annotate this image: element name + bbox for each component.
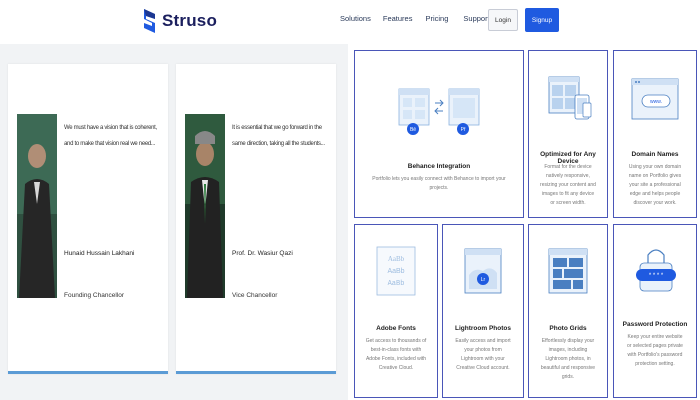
nav-support[interactable]: Support bbox=[463, 14, 489, 23]
svg-text:www.: www. bbox=[650, 99, 662, 105]
feature-title: Lightroom Photos bbox=[455, 325, 511, 332]
feature-desc: Effortlessly display your images, includ… bbox=[540, 338, 596, 380]
svg-text:AaBb: AaBb bbox=[388, 255, 405, 263]
svg-text:Lr: Lr bbox=[481, 277, 486, 283]
devices-icon bbox=[548, 76, 592, 120]
signup-button[interactable]: Signup bbox=[525, 8, 559, 32]
brand-logo[interactable]: Struso bbox=[142, 8, 217, 34]
testimonial-quote: We must have a vision that is coherent, … bbox=[64, 125, 157, 147]
feature-card-password[interactable]: * * * * Password Protection Keep your en… bbox=[613, 224, 697, 398]
feature-title: Password Protection bbox=[622, 321, 688, 328]
nav-pricing[interactable]: Pricing bbox=[425, 14, 448, 23]
testimonial-card: We must have a vision that is coherent, … bbox=[8, 64, 168, 374]
feature-desc: Get access to thousands of best-in-class… bbox=[365, 338, 427, 371]
struso-logo-icon bbox=[144, 9, 155, 33]
feature-desc: Format for the device natively responsiv… bbox=[540, 164, 596, 206]
feature-card-photo-grids[interactable]: Photo Grids Effortlessly display your im… bbox=[528, 224, 608, 398]
nav-features[interactable]: Features bbox=[383, 14, 413, 23]
svg-text:Bē: Bē bbox=[410, 127, 416, 133]
feature-desc: Using your own domain name on Portfolio … bbox=[628, 164, 682, 206]
feature-desc: Portfolio lets you easily connect with B… bbox=[372, 176, 506, 191]
photo-grid-icon bbox=[548, 248, 588, 294]
testimonials-section: We must have a vision that is coherent, … bbox=[0, 44, 348, 400]
card-accent-bar bbox=[8, 371, 168, 374]
fonts-icon: AaBb AaBb AaBb bbox=[376, 246, 416, 296]
domain-icon: www. bbox=[631, 78, 679, 120]
feature-desc: Easily access and import your photos fro… bbox=[455, 338, 511, 371]
svg-text:AaBb: AaBb bbox=[388, 280, 405, 288]
main-nav: Solutions Features Pricing Support bbox=[340, 14, 490, 23]
card-accent-bar bbox=[176, 371, 336, 374]
portrait-photo bbox=[17, 114, 57, 298]
top-header: Struso Solutions Features Pricing Suppor… bbox=[0, 0, 700, 44]
feature-card-lightroom[interactable]: Lr Lightroom Photos Easily access and im… bbox=[442, 224, 524, 398]
feature-title: Photo Grids bbox=[549, 325, 587, 332]
svg-text:Pf: Pf bbox=[461, 127, 466, 133]
testimonial-title: Vice Chancellor bbox=[232, 292, 278, 299]
testimonial-quote: It is essential that we go forward in th… bbox=[232, 125, 325, 147]
lightroom-icon: Lr bbox=[464, 248, 502, 294]
svg-text:* * * *: * * * * bbox=[649, 273, 664, 279]
testimonial-name: Prof. Dr. Wasiur Qazi bbox=[232, 250, 293, 257]
portrait-photo bbox=[185, 114, 225, 298]
feature-title: Behance Integration bbox=[407, 163, 471, 170]
behance-sync-icon: Bē Pf bbox=[398, 88, 480, 135]
feature-card-domain[interactable]: www. Domain Names Using your own domain … bbox=[613, 50, 697, 218]
testimonial-name: Hunaid Hussain Lakhani bbox=[64, 250, 135, 257]
features-section: Bē Pf Behance Integration Portfolio lets… bbox=[348, 44, 700, 400]
feature-card-behance[interactable]: Bē Pf Behance Integration Portfolio lets… bbox=[354, 50, 524, 218]
feature-desc: Keep your entire website or selected pag… bbox=[627, 334, 683, 367]
feature-card-fonts[interactable]: AaBb AaBb AaBb Adobe Fonts Get access to… bbox=[354, 224, 438, 398]
feature-card-devices[interactable]: Optimized for Any Device Format for the … bbox=[528, 50, 608, 218]
feature-title: Adobe Fonts bbox=[376, 325, 416, 332]
nav-solutions[interactable]: Solutions bbox=[340, 14, 371, 23]
svg-text:AaBb: AaBb bbox=[387, 268, 404, 275]
brand-name: Struso bbox=[162, 11, 218, 30]
feature-title: Domain Names bbox=[631, 151, 679, 158]
login-button[interactable]: Login bbox=[488, 9, 518, 31]
lock-icon: * * * * bbox=[636, 249, 676, 292]
testimonial-card: It is essential that we go forward in th… bbox=[176, 64, 336, 374]
testimonial-title: Founding Chancellor bbox=[64, 292, 124, 299]
